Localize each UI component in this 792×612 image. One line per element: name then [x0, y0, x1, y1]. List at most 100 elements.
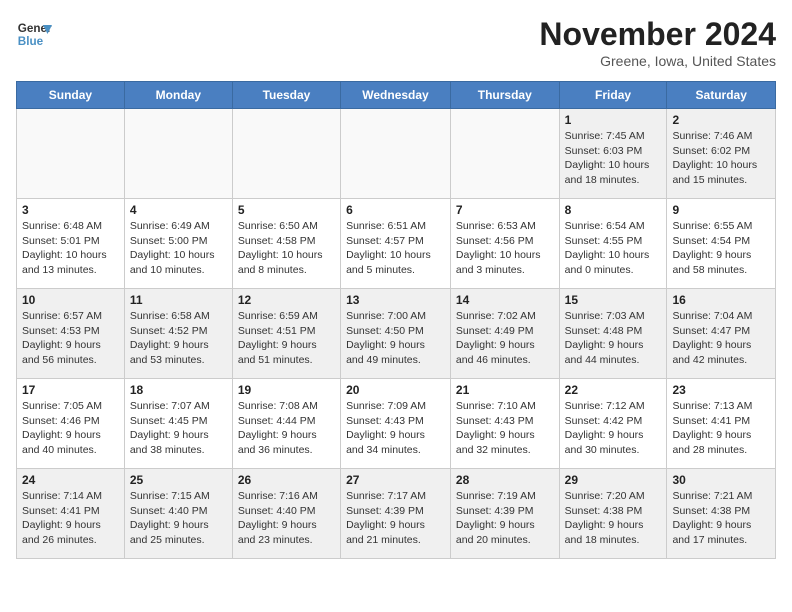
- day-info: Sunrise: 7:15 AM Sunset: 4:40 PM Dayligh…: [130, 489, 227, 548]
- day-number: 10: [22, 293, 119, 307]
- day-number: 14: [456, 293, 554, 307]
- calendar-cell: 26 Sunrise: 7:16 AM Sunset: 4:40 PM Dayli…: [232, 469, 340, 559]
- day-info: Sunrise: 7:20 AM Sunset: 4:38 PM Dayligh…: [565, 489, 662, 548]
- calendar-cell: 3 Sunrise: 6:48 AM Sunset: 5:01 PM Daylig…: [17, 199, 125, 289]
- calendar-cell: 23Sunrise: 7:13 AM Sunset: 4:41 PM Dayli…: [667, 379, 776, 469]
- day-number: 26: [238, 473, 335, 487]
- calendar-week: 1Sunrise: 7:45 AM Sunset: 6:03 PM Daylig…: [17, 109, 776, 199]
- day-number: 30: [672, 473, 770, 487]
- weekday-header-cell: Saturday: [667, 82, 776, 109]
- day-info: Sunrise: 6:57 AM Sunset: 4:53 PM Dayligh…: [22, 309, 119, 368]
- calendar-cell: 21 Sunrise: 7:10 AM Sunset: 4:43 PM Dayli…: [450, 379, 559, 469]
- calendar-cell: 7 Sunrise: 6:53 AM Sunset: 4:56 PM Daylig…: [450, 199, 559, 289]
- day-number: 18: [130, 383, 227, 397]
- day-number: 20: [346, 383, 445, 397]
- day-number: 24: [22, 473, 119, 487]
- calendar-cell: [450, 109, 559, 199]
- month-title: November 2024: [539, 16, 776, 53]
- calendar-cell: 9 Sunrise: 6:55 AM Sunset: 4:54 PM Daylig…: [667, 199, 776, 289]
- day-info: Sunrise: 7:14 AM Sunset: 4:41 PM Dayligh…: [22, 489, 119, 548]
- title-area: November 2024 Greene, Iowa, United State…: [539, 16, 776, 69]
- day-number: 12: [238, 293, 335, 307]
- logo: General Blue: [16, 16, 52, 52]
- day-number: 9: [672, 203, 770, 217]
- day-info: Sunrise: 7:05 AM Sunset: 4:46 PM Dayligh…: [22, 399, 119, 458]
- weekday-header: SundayMondayTuesdayWednesdayThursdayFrid…: [17, 82, 776, 109]
- day-number: 4: [130, 203, 227, 217]
- day-number: 21: [456, 383, 554, 397]
- calendar-cell: 4 Sunrise: 6:49 AM Sunset: 5:00 PM Daylig…: [124, 199, 232, 289]
- logo-icon: General Blue: [16, 16, 52, 52]
- day-number: 3: [22, 203, 119, 217]
- weekday-header-cell: Tuesday: [232, 82, 340, 109]
- day-info: Sunrise: 6:50 AM Sunset: 4:58 PM Dayligh…: [238, 219, 335, 278]
- calendar-cell: 14 Sunrise: 7:02 AM Sunset: 4:49 PM Dayli…: [450, 289, 559, 379]
- calendar-week: 3 Sunrise: 6:48 AM Sunset: 5:01 PM Daylig…: [17, 199, 776, 289]
- day-info: Sunrise: 7:16 AM Sunset: 4:40 PM Dayligh…: [238, 489, 335, 548]
- day-number: 29: [565, 473, 662, 487]
- day-info: Sunrise: 6:54 AM Sunset: 4:55 PM Dayligh…: [565, 219, 662, 278]
- day-info: Sunrise: 7:04 AM Sunset: 4:47 PM Dayligh…: [672, 309, 770, 368]
- calendar-cell: 16Sunrise: 7:04 AM Sunset: 4:47 PM Dayli…: [667, 289, 776, 379]
- day-number: 11: [130, 293, 227, 307]
- calendar-cell: 25 Sunrise: 7:15 AM Sunset: 4:40 PM Dayli…: [124, 469, 232, 559]
- day-number: 25: [130, 473, 227, 487]
- calendar-cell: 18Sunrise: 7:07 AM Sunset: 4:45 PM Dayli…: [124, 379, 232, 469]
- weekday-header-cell: Monday: [124, 82, 232, 109]
- weekday-header-cell: Thursday: [450, 82, 559, 109]
- calendar-cell: 13 Sunrise: 7:00 AM Sunset: 4:50 PM Dayli…: [341, 289, 451, 379]
- day-info: Sunrise: 6:59 AM Sunset: 4:51 PM Dayligh…: [238, 309, 335, 368]
- day-number: 5: [238, 203, 335, 217]
- day-number: 15: [565, 293, 662, 307]
- day-info: Sunrise: 7:08 AM Sunset: 4:44 PM Dayligh…: [238, 399, 335, 458]
- day-number: 19: [238, 383, 335, 397]
- day-info: Sunrise: 6:48 AM Sunset: 5:01 PM Dayligh…: [22, 219, 119, 278]
- day-number: 23: [672, 383, 770, 397]
- calendar-cell: 20 Sunrise: 7:09 AM Sunset: 4:43 PM Dayli…: [341, 379, 451, 469]
- calendar-week: 24 Sunrise: 7:14 AM Sunset: 4:41 PM Dayli…: [17, 469, 776, 559]
- day-info: Sunrise: 6:55 AM Sunset: 4:54 PM Dayligh…: [672, 219, 770, 278]
- day-number: 7: [456, 203, 554, 217]
- day-number: 22: [565, 383, 662, 397]
- day-info: Sunrise: 7:03 AM Sunset: 4:48 PM Dayligh…: [565, 309, 662, 368]
- day-number: 8: [565, 203, 662, 217]
- day-info: Sunrise: 6:49 AM Sunset: 5:00 PM Dayligh…: [130, 219, 227, 278]
- day-info: Sunrise: 7:19 AM Sunset: 4:39 PM Dayligh…: [456, 489, 554, 548]
- day-number: 2: [672, 113, 770, 127]
- svg-text:Blue: Blue: [18, 35, 44, 48]
- calendar-cell: 6Sunrise: 6:51 AM Sunset: 4:57 PM Daylig…: [341, 199, 451, 289]
- header: General Blue November 2024 Greene, Iowa,…: [16, 16, 776, 69]
- calendar-cell: 10 Sunrise: 6:57 AM Sunset: 4:53 PM Dayli…: [17, 289, 125, 379]
- day-info: Sunrise: 7:09 AM Sunset: 4:43 PM Dayligh…: [346, 399, 445, 458]
- day-number: 13: [346, 293, 445, 307]
- day-info: Sunrise: 6:53 AM Sunset: 4:56 PM Dayligh…: [456, 219, 554, 278]
- day-info: Sunrise: 7:00 AM Sunset: 4:50 PM Dayligh…: [346, 309, 445, 368]
- calendar-cell: [124, 109, 232, 199]
- day-info: Sunrise: 7:17 AM Sunset: 4:39 PM Dayligh…: [346, 489, 445, 548]
- weekday-header-cell: Friday: [559, 82, 667, 109]
- calendar-week: 17 Sunrise: 7:05 AM Sunset: 4:46 PM Dayli…: [17, 379, 776, 469]
- day-number: 17: [22, 383, 119, 397]
- day-info: Sunrise: 7:46 AM Sunset: 6:02 PM Dayligh…: [672, 129, 770, 188]
- calendar-cell: 2 Sunrise: 7:46 AM Sunset: 6:02 PM Daylig…: [667, 109, 776, 199]
- day-number: 6: [346, 203, 445, 217]
- calendar-cell: 27 Sunrise: 7:17 AM Sunset: 4:39 PM Dayli…: [341, 469, 451, 559]
- calendar-cell: 17 Sunrise: 7:05 AM Sunset: 4:46 PM Dayli…: [17, 379, 125, 469]
- calendar-cell: 8 Sunrise: 6:54 AM Sunset: 4:55 PM Daylig…: [559, 199, 667, 289]
- day-number: 27: [346, 473, 445, 487]
- weekday-header-cell: Sunday: [17, 82, 125, 109]
- day-info: Sunrise: 7:21 AM Sunset: 4:38 PM Dayligh…: [672, 489, 770, 548]
- calendar-cell: 1Sunrise: 7:45 AM Sunset: 6:03 PM Daylig…: [559, 109, 667, 199]
- calendar-week: 10 Sunrise: 6:57 AM Sunset: 4:53 PM Dayli…: [17, 289, 776, 379]
- day-info: Sunrise: 7:12 AM Sunset: 4:42 PM Dayligh…: [565, 399, 662, 458]
- calendar-cell: 11Sunrise: 6:58 AM Sunset: 4:52 PM Dayli…: [124, 289, 232, 379]
- calendar-cell: 19 Sunrise: 7:08 AM Sunset: 4:44 PM Dayli…: [232, 379, 340, 469]
- day-info: Sunrise: 7:02 AM Sunset: 4:49 PM Dayligh…: [456, 309, 554, 368]
- calendar-cell: [341, 109, 451, 199]
- calendar-body: 1Sunrise: 7:45 AM Sunset: 6:03 PM Daylig…: [17, 109, 776, 559]
- day-info: Sunrise: 7:10 AM Sunset: 4:43 PM Dayligh…: [456, 399, 554, 458]
- calendar-cell: 15 Sunrise: 7:03 AM Sunset: 4:48 PM Dayli…: [559, 289, 667, 379]
- day-number: 28: [456, 473, 554, 487]
- calendar: SundayMondayTuesdayWednesdayThursdayFrid…: [16, 81, 776, 559]
- calendar-cell: 28 Sunrise: 7:19 AM Sunset: 4:39 PM Dayli…: [450, 469, 559, 559]
